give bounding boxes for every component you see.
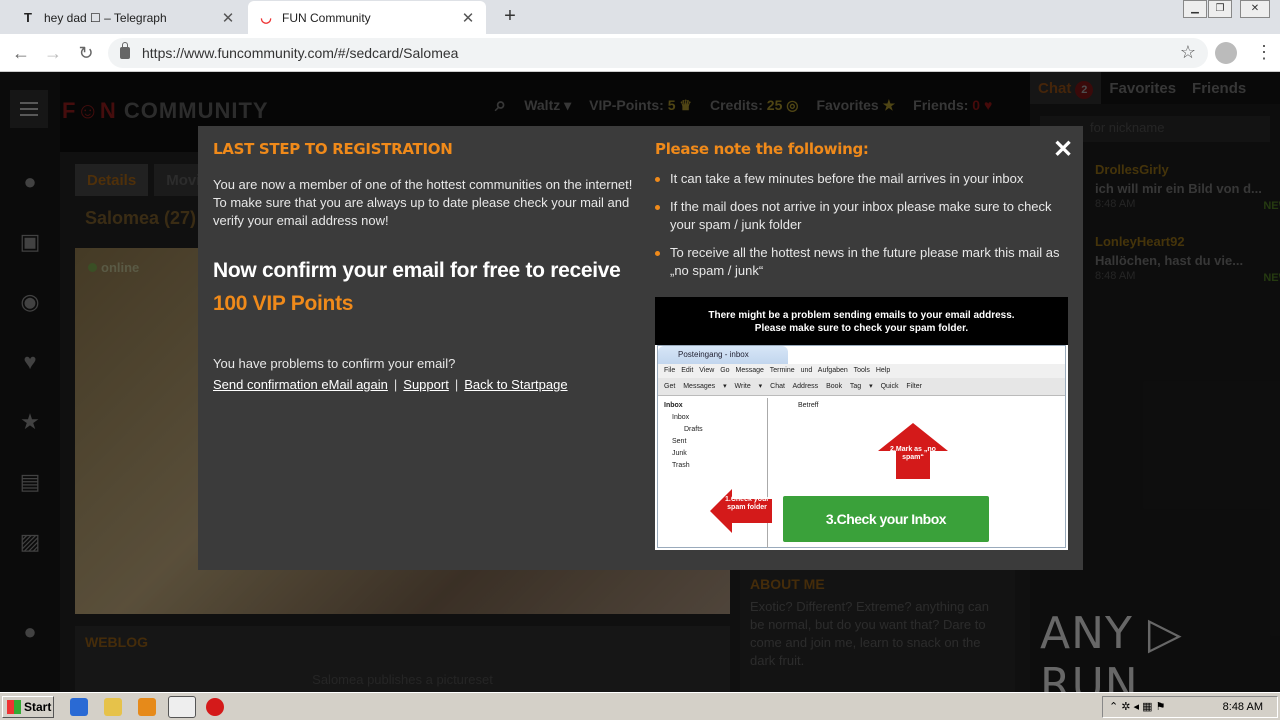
notes-list: It can take a few minutes before the mai…: [655, 170, 1070, 280]
minimize-button[interactable]: ▁: [1183, 0, 1207, 18]
modal-left-heading: LAST STEP TO REGISTRATION: [213, 140, 453, 158]
tab-telegraph[interactable]: T hey dad ☐ – Telegraph ✕: [10, 1, 246, 34]
clock: 8:48 AM: [1222, 701, 1263, 713]
url-text: https://www.funcommunity.com/#/sedcard/S…: [142, 45, 459, 61]
tab-title: FUN Community: [282, 10, 371, 25]
startpage-link[interactable]: Back to Startpage: [464, 377, 567, 392]
maximize-button[interactable]: ❐: [1208, 0, 1232, 18]
address-bar[interactable]: https://www.funcommunity.com/#/sedcard/S…: [108, 38, 1208, 68]
modal-right-heading: Please note the following:: [655, 140, 869, 158]
smile-icon: ◡: [260, 9, 272, 25]
modal-intro: You are now a member of one of the hotte…: [213, 177, 633, 228]
note-item: To receive all the hottest news in the f…: [655, 244, 1070, 280]
check-inbox-graphic: 3.Check your Inbox: [783, 496, 989, 542]
close-tab-icon[interactable]: ✕: [220, 9, 236, 27]
close-tab-icon[interactable]: ✕: [460, 9, 476, 27]
spam-folder-illustration: There might be a problem sending emails …: [655, 297, 1068, 550]
media-player-icon[interactable]: [138, 698, 156, 716]
vip-points-highlight: 100 VIP Points: [213, 292, 354, 315]
tray-icons[interactable]: ⌃ ✲ ◂ ▦ ⚑: [1109, 697, 1165, 717]
windows-taskbar: Start ⌃ ✲ ◂ ▦ ⚑ 8:48 AM: [0, 692, 1280, 720]
help-links: Send confirmation eMail again | Support | Ba…: [213, 377, 568, 392]
lock-icon: [120, 42, 130, 59]
support-link[interactable]: Support: [403, 377, 449, 392]
resend-email-link[interactable]: Send confirmation eMail again: [213, 377, 388, 392]
illustration-banner: There might be a problem sending emails …: [655, 297, 1068, 345]
address-toolbar: ← → ↻ https://www.funcommunity.com/#/sed…: [0, 34, 1280, 72]
step2-label: 2.Mark as „no spam“: [890, 446, 936, 461]
new-tab-button[interactable]: +: [500, 5, 520, 27]
problem-question: You have problems to confirm your email?: [213, 356, 456, 371]
modal-left-column: LAST STEP TO REGISTRATION You are now a …: [213, 140, 633, 392]
menu-kebab-icon[interactable]: ⋮: [1255, 42, 1273, 63]
chrome-taskbar-button[interactable]: [168, 696, 196, 718]
browser-tab-strip: T hey dad ☐ – Telegraph ✕ ◡ FUN Communit…: [0, 0, 1280, 34]
bookmark-star-icon[interactable]: ☆: [1180, 42, 1196, 63]
system-tray: ⌃ ✲ ◂ ▦ ⚑ 8:48 AM: [1102, 696, 1278, 718]
start-button[interactable]: Start: [2, 696, 54, 718]
back-arrow-icon[interactable]: ←: [10, 42, 32, 64]
reload-icon[interactable]: ↻: [75, 42, 97, 64]
ie-icon[interactable]: [70, 698, 88, 716]
step1-label: 1.Check your spam folder: [725, 496, 769, 511]
tab-title: hey dad ☐ – Telegraph: [44, 10, 167, 25]
mail-client-window: Posteingang - inbox File Edit View Go Me…: [657, 345, 1066, 548]
note-item: If the mail does not arrive in your inbo…: [655, 198, 1070, 234]
telegraph-favicon: T: [24, 10, 32, 25]
forward-arrow-icon[interactable]: →: [42, 42, 64, 64]
profile-avatar[interactable]: [1215, 42, 1237, 64]
windows-logo-icon: [7, 700, 21, 714]
explorer-folder-icon[interactable]: [104, 698, 122, 716]
opera-icon[interactable]: [206, 698, 224, 716]
confirm-headline: Now confirm your email for free to recei…: [213, 259, 621, 315]
modal-right-column: Please note the following: It can take a…: [655, 140, 1070, 290]
close-modal-icon[interactable]: ✕: [1053, 138, 1073, 162]
subject-column: Betreff: [798, 402, 819, 409]
note-item: It can take a few minutes before the mai…: [655, 170, 1070, 188]
tab-fun-community[interactable]: ◡ FUN Community ✕: [248, 1, 486, 34]
close-window-button[interactable]: ✕: [1240, 0, 1270, 18]
registration-modal: LAST STEP TO REGISTRATION You are now a …: [198, 126, 1083, 570]
